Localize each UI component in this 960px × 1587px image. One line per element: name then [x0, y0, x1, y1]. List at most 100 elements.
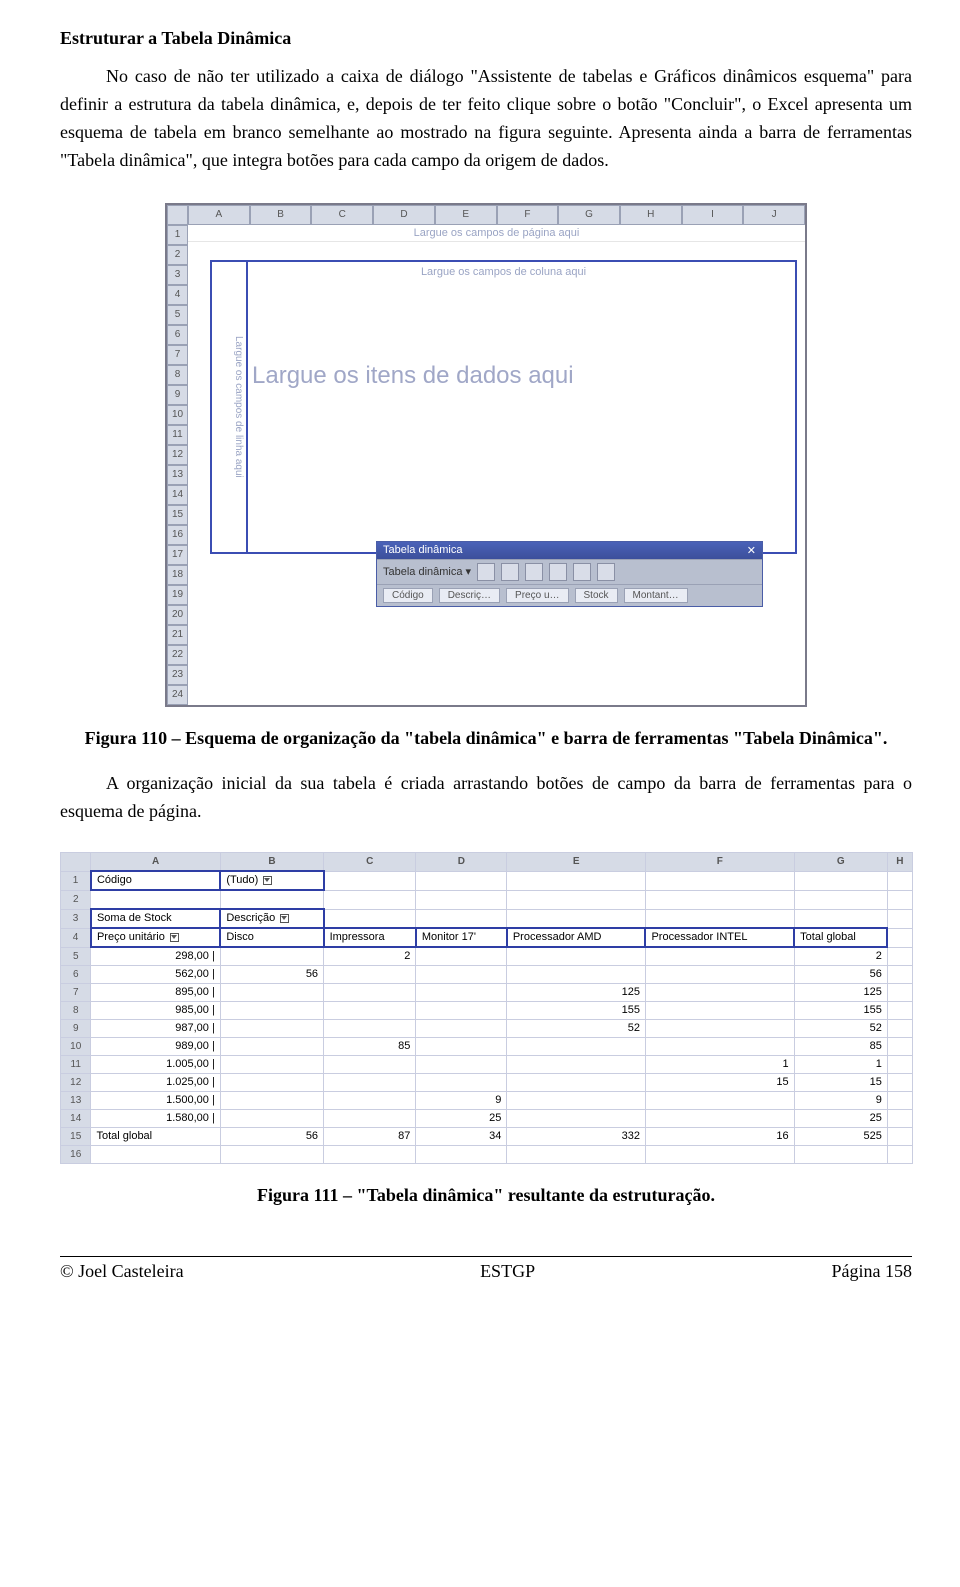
field-button[interactable]: Stock: [575, 588, 618, 603]
cell[interactable]: [645, 871, 794, 890]
cell[interactable]: 155: [507, 1002, 646, 1020]
data-field-drop[interactable]: Largue os itens de dados aqui: [252, 362, 574, 390]
cell[interactable]: [507, 966, 646, 984]
cell[interactable]: [507, 1074, 646, 1092]
cell[interactable]: 1.005,00 |: [91, 1056, 220, 1074]
cell[interactable]: 87: [324, 1128, 416, 1146]
cell[interactable]: [220, 890, 323, 909]
cell[interactable]: 562,00 |: [91, 966, 220, 984]
cell[interactable]: 56: [220, 966, 323, 984]
row-header[interactable]: 12: [61, 1074, 91, 1092]
cell[interactable]: [324, 890, 416, 909]
cell[interactable]: Processador INTEL: [645, 928, 794, 947]
cell[interactable]: 15: [794, 1074, 887, 1092]
cell[interactable]: [887, 928, 912, 947]
row-header[interactable]: 7: [167, 345, 188, 365]
cell[interactable]: 987,00 |: [91, 1020, 220, 1038]
cell[interactable]: [887, 909, 912, 928]
cell[interactable]: [887, 1038, 912, 1056]
cell[interactable]: 16: [645, 1128, 794, 1146]
col-header[interactable]: B: [220, 853, 323, 872]
cell[interactable]: [324, 871, 416, 890]
row-header[interactable]: 9: [167, 385, 188, 405]
cell[interactable]: [220, 1038, 323, 1056]
row-header[interactable]: 12: [167, 445, 188, 465]
cell[interactable]: 25: [794, 1110, 887, 1128]
cell[interactable]: 34: [416, 1128, 507, 1146]
cell[interactable]: [507, 1056, 646, 1074]
cell[interactable]: [645, 1002, 794, 1020]
cell[interactable]: [887, 947, 912, 966]
row-header[interactable]: 16: [167, 525, 188, 545]
cell[interactable]: [645, 1110, 794, 1128]
cell[interactable]: 525: [794, 1128, 887, 1146]
cell[interactable]: [220, 1002, 323, 1020]
cell[interactable]: 56: [220, 1128, 323, 1146]
row-header[interactable]: 6: [167, 325, 188, 345]
cell[interactable]: [324, 1002, 416, 1020]
row-header[interactable]: 20: [167, 605, 188, 625]
cell[interactable]: [220, 1074, 323, 1092]
cell[interactable]: Descrição: [220, 909, 323, 928]
cell[interactable]: 1.025,00 |: [91, 1074, 220, 1092]
col-header[interactable]: A: [91, 853, 220, 872]
cell[interactable]: [416, 1038, 507, 1056]
cell[interactable]: 332: [507, 1128, 646, 1146]
row-header[interactable]: 3: [167, 265, 188, 285]
row-header[interactable]: 9: [61, 1020, 91, 1038]
dropdown-icon[interactable]: [170, 933, 179, 942]
cell[interactable]: 56: [794, 966, 887, 984]
cell[interactable]: [324, 1146, 416, 1164]
cell[interactable]: [507, 1110, 646, 1128]
cell[interactable]: [220, 1020, 323, 1038]
cell[interactable]: [91, 1146, 220, 1164]
row-header[interactable]: 23: [167, 665, 188, 685]
cell[interactable]: [887, 1146, 912, 1164]
cell[interactable]: [507, 1038, 646, 1056]
cell[interactable]: [324, 1092, 416, 1110]
cell[interactable]: [887, 890, 912, 909]
col-header[interactable]: E: [507, 853, 646, 872]
row-header[interactable]: 4: [167, 285, 188, 305]
col-header[interactable]: J: [743, 205, 805, 225]
close-icon[interactable]: ✕: [747, 544, 756, 557]
field-button[interactable]: Código: [383, 588, 433, 603]
cell[interactable]: 15: [645, 1074, 794, 1092]
cell[interactable]: [794, 871, 887, 890]
cell[interactable]: [645, 890, 794, 909]
col-header[interactable]: I: [682, 205, 744, 225]
cell[interactable]: [887, 1002, 912, 1020]
row-header[interactable]: 15: [61, 1128, 91, 1146]
col-header[interactable]: G: [794, 853, 887, 872]
cell[interactable]: 1.500,00 |: [91, 1092, 220, 1110]
row-header[interactable]: 14: [167, 485, 188, 505]
row-header[interactable]: 21: [167, 625, 188, 645]
cell[interactable]: [416, 984, 507, 1002]
cell[interactable]: Disco: [220, 928, 323, 947]
cell[interactable]: [324, 909, 416, 928]
cell[interactable]: [645, 909, 794, 928]
pivot-layout-area[interactable]: Largue os campos de coluna aqui Largue o…: [210, 260, 797, 554]
chart-wizard-icon[interactable]: [477, 563, 495, 581]
cell[interactable]: [645, 1020, 794, 1038]
cell[interactable]: 25: [416, 1110, 507, 1128]
cell[interactable]: (Tudo): [220, 871, 323, 890]
row-header[interactable]: 11: [167, 425, 188, 445]
col-header[interactable]: H: [620, 205, 682, 225]
cell[interactable]: Código: [91, 871, 220, 890]
page-field-drop[interactable]: Largue os campos de página aqui: [188, 225, 805, 242]
row-header[interactable]: 14: [61, 1110, 91, 1128]
row-header[interactable]: 5: [61, 947, 91, 966]
row-header[interactable]: 19: [167, 585, 188, 605]
cell[interactable]: [220, 1092, 323, 1110]
cell[interactable]: [91, 890, 220, 909]
cell[interactable]: Preço unitário: [91, 928, 220, 947]
row-header[interactable]: 2: [61, 890, 91, 909]
cell[interactable]: 895,00 |: [91, 984, 220, 1002]
row-header[interactable]: 8: [167, 365, 188, 385]
cell[interactable]: 1.580,00 |: [91, 1110, 220, 1128]
cell[interactable]: [416, 1002, 507, 1020]
row-header[interactable]: 18: [167, 565, 188, 585]
cell[interactable]: [887, 984, 912, 1002]
cell[interactable]: 9: [416, 1092, 507, 1110]
